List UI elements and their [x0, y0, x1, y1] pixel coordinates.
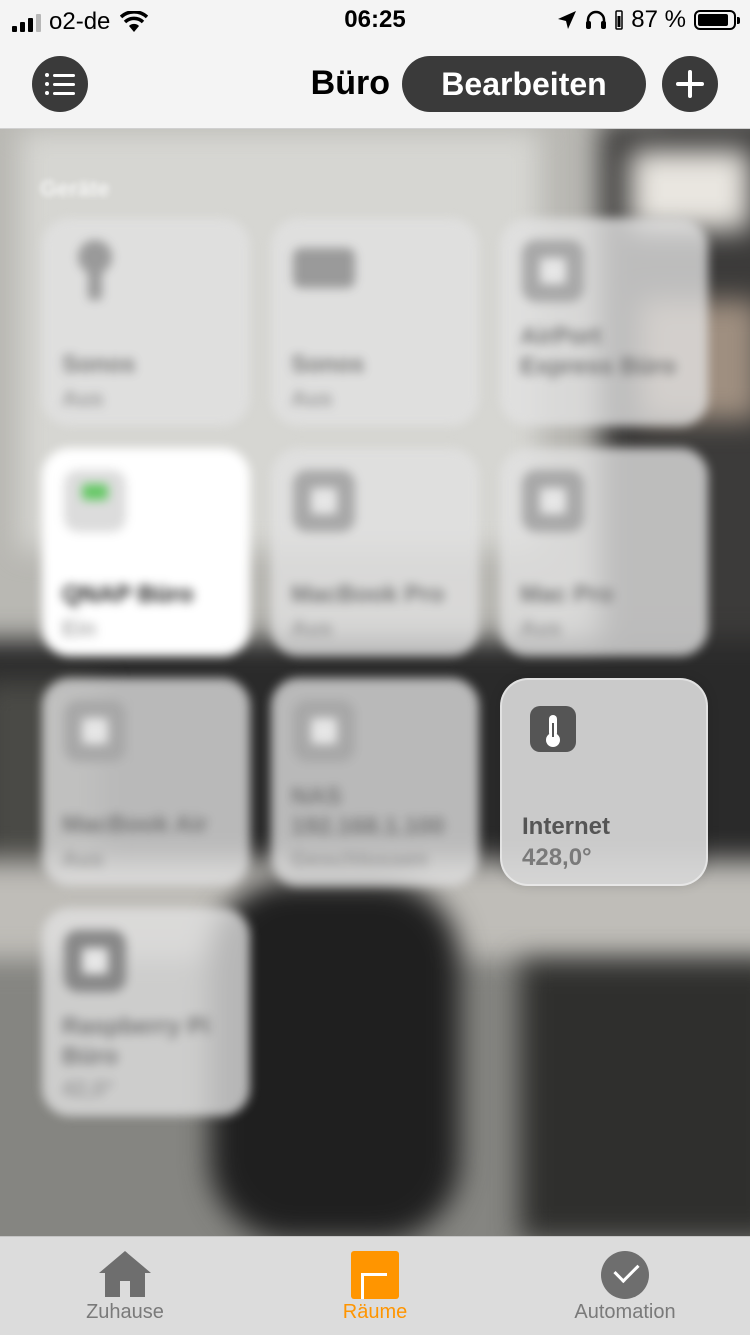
accessory-state: Aus — [291, 386, 333, 411]
background-photo — [0, 0, 750, 1334]
accessory-tile[interactable]: QNAP Büro Ein — [42, 448, 250, 656]
tab-home-label: Zuhause — [86, 1301, 164, 1323]
accessory-state: 428,0° — [522, 844, 592, 871]
accessory-state: Aus — [291, 616, 333, 641]
tab-rooms[interactable]: Räume — [275, 1237, 475, 1335]
accessory-name: Raspberry Pi Büro — [62, 1013, 211, 1070]
charging-lock-icon — [615, 10, 624, 30]
list-icon — [45, 73, 75, 95]
status-bar: o2-de 06:25 87 % — [0, 0, 750, 40]
plus-icon — [676, 70, 704, 98]
accessory-name: QNAP Büro — [62, 581, 194, 608]
edit-button[interactable]: Bearbeiten — [402, 56, 646, 112]
tab-bar: Zuhause Räume Automation — [0, 1236, 750, 1335]
accessory-state: Aus — [62, 846, 104, 871]
accessory-tile[interactable]: Sonos Aus — [42, 218, 250, 426]
computer-icon — [522, 470, 584, 532]
accessory-state: Aus — [62, 386, 104, 411]
accessory-tile[interactable]: MacBook Pro Aus — [271, 448, 479, 656]
page-title: Büro — [310, 64, 390, 102]
bulb-icon — [64, 240, 126, 302]
accessory-name: Sonos — [62, 351, 136, 378]
house-icon — [99, 1251, 151, 1297]
accessory-tile[interactable]: Mac Pro Aus — [500, 448, 708, 656]
network-icon — [293, 700, 355, 762]
checkmark-clock-icon — [601, 1251, 649, 1299]
room-list-button[interactable] — [32, 56, 88, 112]
headphones-icon — [586, 10, 607, 29]
tab-home[interactable]: Zuhause — [25, 1237, 225, 1335]
accessory-tile[interactable]: Raspberry Pi Büro 42,0° — [42, 908, 250, 1116]
sensor-icon — [64, 930, 126, 992]
accessory-name: NAS 192.168.1.100 — [291, 783, 445, 840]
accessory-state: Aus — [520, 616, 562, 641]
accessory-tile[interactable]: MacBook Air Aus — [42, 678, 250, 886]
accessory-state: 42,0° — [62, 1076, 114, 1101]
tab-automation[interactable]: Automation — [525, 1237, 725, 1335]
location-arrow-icon — [558, 11, 577, 29]
battery-percentage: 87 % — [631, 6, 686, 33]
navigation-bar: Büro Bearbeiten — [0, 40, 750, 129]
speaker-icon — [293, 248, 355, 288]
internet-sensor-tile[interactable]: Internet 428,0° — [500, 678, 708, 886]
accessory-tile[interactable]: Sonos Aus — [271, 218, 479, 426]
computer-icon — [64, 700, 126, 762]
accessory-name: Sonos — [291, 351, 365, 378]
section-title: Geräte — [40, 176, 110, 201]
accessory-state: Geschlossen — [291, 846, 428, 871]
battery-icon — [694, 10, 740, 30]
tab-rooms-label: Räume — [342, 1301, 408, 1323]
accessory-name: MacBook Air — [62, 811, 208, 838]
airport-icon — [522, 240, 584, 302]
nas-icon — [64, 470, 126, 532]
accessory-state: Ein — [62, 616, 97, 641]
accessory-name: AirPort Express Büro — [520, 323, 677, 380]
accessory-name: Mac Pro — [520, 581, 614, 608]
accessory-tile[interactable]: AirPort Express Büro — [500, 218, 708, 426]
tab-automation-label: Automation — [574, 1301, 676, 1323]
rooms-icon — [351, 1251, 399, 1299]
accessory-name: MacBook Pro — [291, 581, 445, 608]
computer-icon — [293, 470, 355, 532]
thermometer-icon — [530, 706, 576, 752]
accessory-name: Internet — [522, 813, 611, 840]
add-button[interactable] — [662, 56, 718, 112]
accessory-tile[interactable]: NAS 192.168.1.100 Geschlossen — [271, 678, 479, 886]
